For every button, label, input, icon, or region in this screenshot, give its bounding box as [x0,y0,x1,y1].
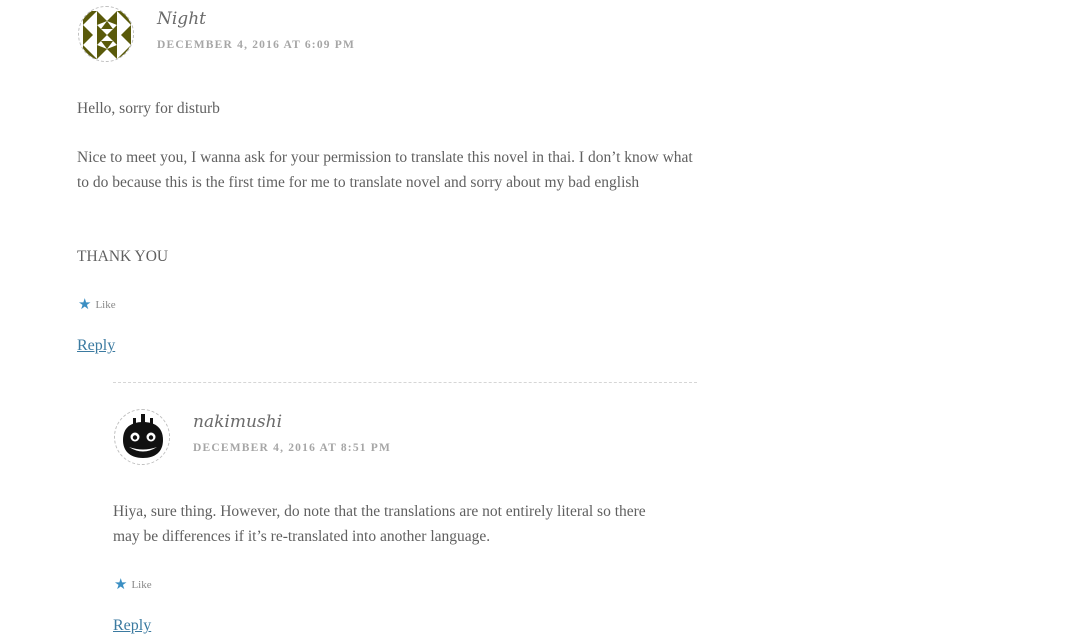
comment-author[interactable]: nakimushi [193,412,282,432]
comment-date[interactable]: DECEMBER 4, 2016 AT 6:09 PM [157,39,355,51]
avatar-nakimushi[interactable] [114,409,170,465]
comment-paragraph: THANK YOU [77,248,169,265]
reply-link[interactable]: Reply [77,337,115,355]
reply-link[interactable]: Reply [113,617,151,635]
star-icon: ★ [114,575,128,593]
comment-paragraph: Hello, sorry for disturb [77,100,220,117]
comment-divider [113,382,697,383]
comment-paragraph: Nice to meet you, I wanna ask for your p… [77,149,693,191]
geometric-identicon-icon [83,11,131,59]
star-icon: ★ [78,295,92,313]
comment-author[interactable]: Night [157,9,206,29]
black-creature-avatar-icon [116,411,169,464]
comment-paragraph: Hiya, sure thing. However, do note that … [113,503,646,545]
like-label: Like [95,298,116,311]
like-label: Like [131,578,152,591]
comment-date[interactable]: DECEMBER 4, 2016 AT 8:51 PM [193,442,391,454]
like-button[interactable]: ★ Like [114,577,152,592]
avatar-night[interactable] [78,6,134,62]
like-button[interactable]: ★ Like [78,297,116,312]
